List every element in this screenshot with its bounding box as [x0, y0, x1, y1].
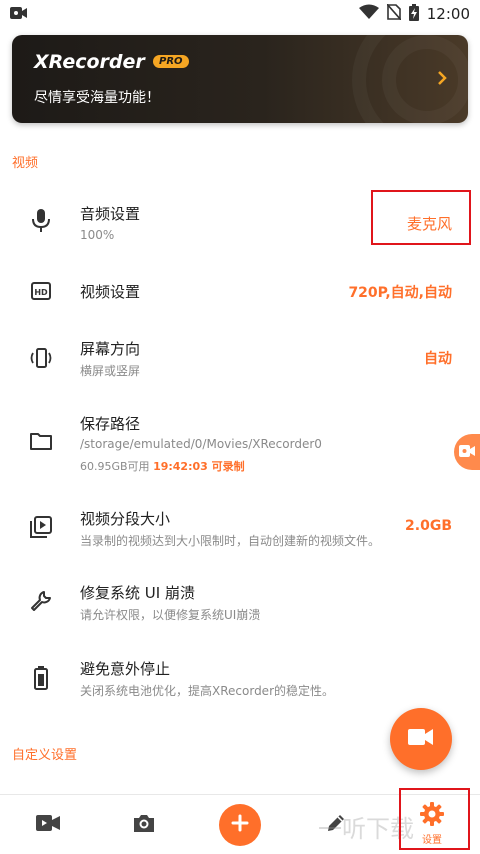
banner-subtitle: 尽情享受海量功能！	[34, 90, 160, 106]
pro-badge: PRO	[153, 55, 189, 68]
setting-avoid-stop[interactable]: 避免意外停止 关闭系统电池优化，提高XRecorder的稳定性。	[0, 656, 480, 700]
microphone-icon	[28, 208, 54, 234]
wifi-icon	[358, 4, 379, 24]
setting-title: 音频设置	[80, 205, 141, 223]
banner-title: XRecorder	[34, 51, 145, 73]
record-fab-button[interactable]	[390, 708, 452, 770]
setting-title: 避免意外停止	[80, 660, 171, 678]
svg-text:HD: HD	[34, 288, 48, 297]
wrench-icon	[28, 588, 54, 614]
status-bar: 12:00	[0, 0, 480, 28]
setting-title: 修复系统 UI 崩溃	[80, 584, 195, 602]
hd-icon: HD	[28, 278, 54, 304]
setting-video[interactable]: HD 视频设置 720P,自动,自动	[0, 270, 480, 314]
storage-info: 60.95GB可用 19:42:03 可录制	[80, 458, 245, 474]
plus-icon	[231, 814, 249, 836]
highlight-box-audio	[371, 190, 471, 245]
nav-screenshots[interactable]	[126, 812, 162, 838]
setting-title: 保存路径	[80, 415, 141, 433]
screen-record-icon	[10, 5, 28, 24]
setting-subtitle: /storage/emulated/0/Movies/XRecorder0	[80, 437, 322, 451]
camera-icon	[133, 813, 155, 837]
setting-subtitle: 关闭系统电池优化，提高XRecorder的稳定性。	[80, 684, 334, 698]
pro-upgrade-banner[interactable]: XRecorder PRO 尽情享受海量功能！	[12, 35, 468, 123]
section-title-video: 视频	[12, 156, 39, 171]
section-title-custom: 自定义设置	[12, 748, 78, 763]
setting-subtitle: 100%	[80, 228, 115, 242]
recordable-time: 19:42:03 可录制	[153, 460, 245, 473]
no-sim-icon	[386, 3, 402, 24]
screen-rotation-icon	[28, 345, 54, 371]
setting-value: 自动	[424, 351, 452, 367]
battery-icon	[28, 665, 54, 691]
setting-subtitle: 横屏或竖屏	[80, 364, 141, 378]
videocam-icon	[408, 728, 434, 750]
videocam-icon	[36, 815, 60, 835]
setting-subtitle: 请允许权限，以便修复系统UI崩溃	[80, 608, 261, 622]
chevron-right-icon	[436, 69, 448, 91]
setting-segment-size[interactable]: 视频分段大小 当录制的视频达到大小限制时，自动创建新的视频文件。 2.0GB	[0, 506, 480, 550]
setting-value: 2.0GB	[405, 518, 452, 534]
storage-available: 60.95GB可用	[80, 460, 150, 473]
setting-value: 720P,自动,自动	[348, 285, 452, 301]
setting-save-path[interactable]: 保存路径 /storage/emulated/0/Movies/XRecorde…	[0, 410, 480, 476]
folder-icon	[28, 428, 54, 454]
add-button[interactable]	[219, 804, 261, 846]
highlight-box-settings	[399, 788, 470, 850]
setting-title: 屏幕方向	[80, 340, 141, 358]
setting-title: 视频分段大小	[80, 510, 171, 528]
setting-subtitle: 当录制的视频达到大小限制时，自动创建新的视频文件。	[80, 534, 381, 548]
setting-fix-system-ui[interactable]: 修复系统 UI 崩溃 请允许权限，以便修复系统UI崩溃	[0, 580, 480, 624]
battery-charging-icon	[408, 3, 419, 25]
nav-videos[interactable]	[30, 813, 66, 837]
setting-orientation[interactable]: 屏幕方向 横屏或竖屏 自动	[0, 336, 480, 382]
camera-icon	[459, 443, 475, 462]
video-library-icon	[28, 514, 54, 540]
setting-title: 视频设置	[80, 283, 141, 301]
clock: 12:00	[426, 5, 470, 23]
